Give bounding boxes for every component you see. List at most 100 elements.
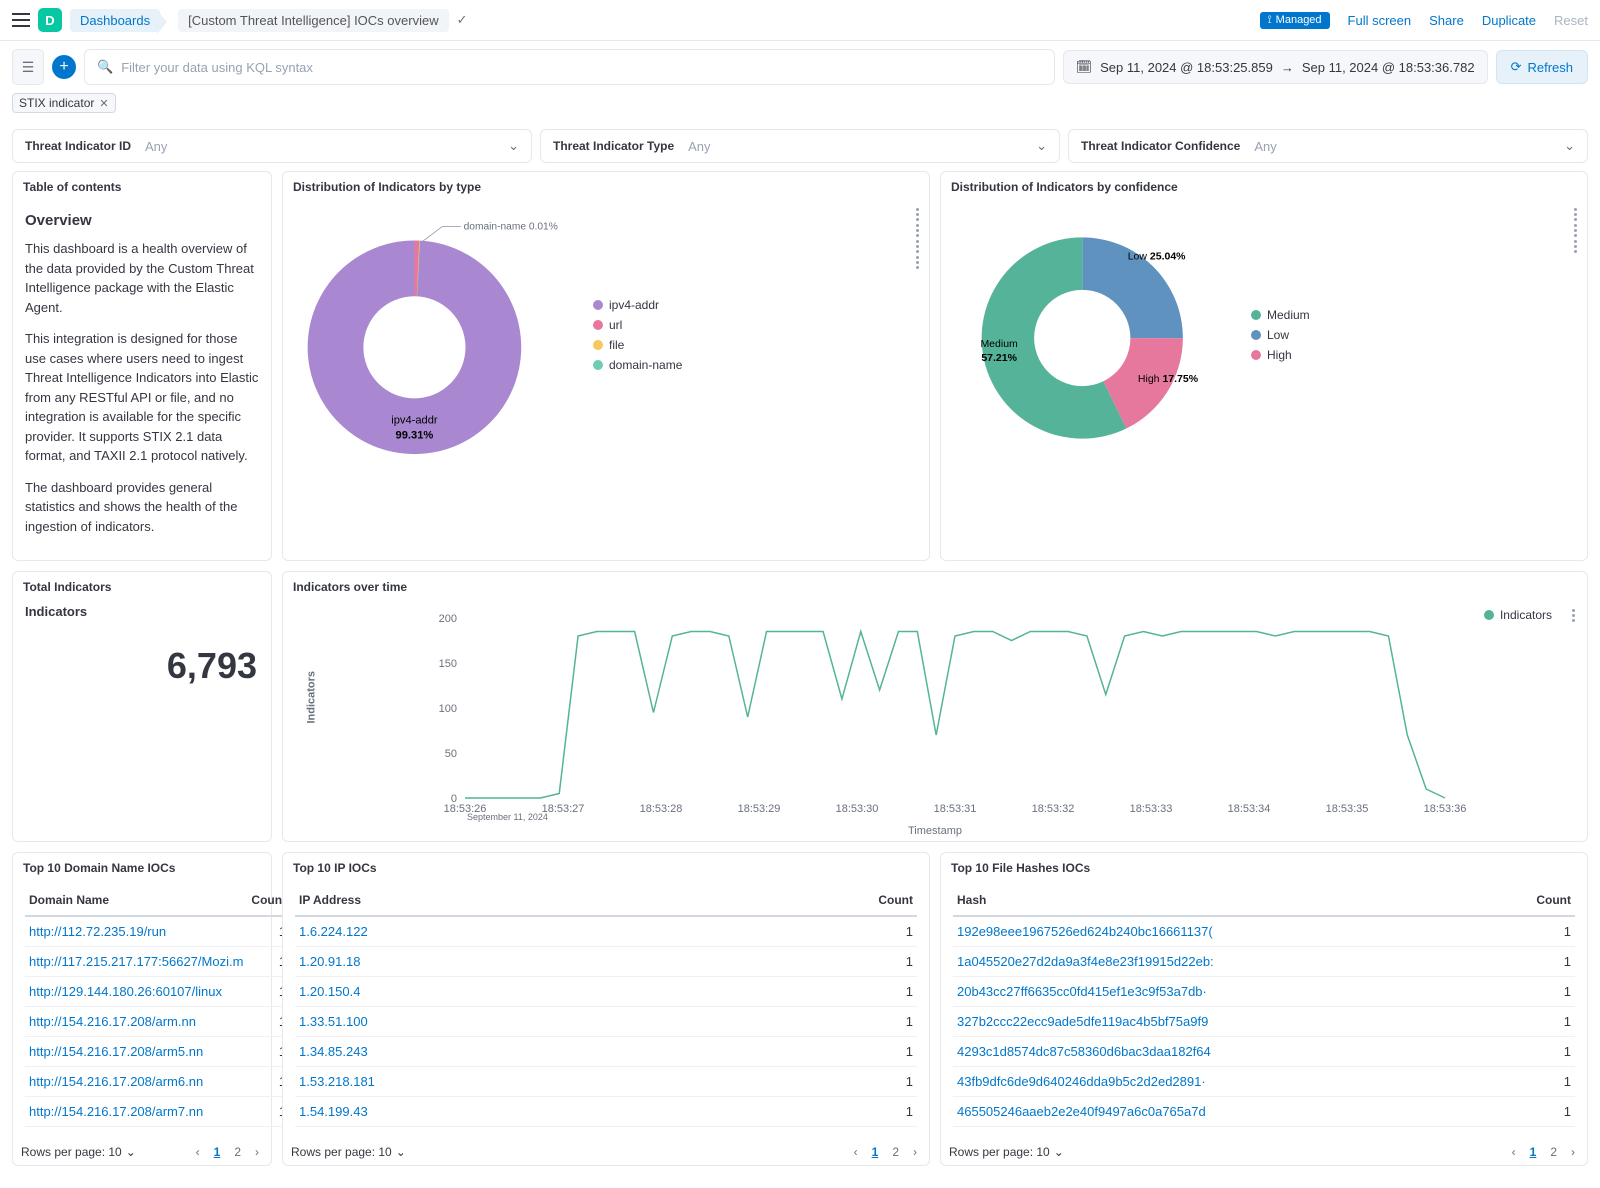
share-link[interactable]: Share	[1429, 13, 1464, 28]
page-2[interactable]: 2	[1546, 1143, 1561, 1161]
col-header[interactable]: Hash	[953, 885, 1489, 916]
ioc-link[interactable]: 1.6.224.122	[299, 924, 368, 939]
chevron-down-icon[interactable]: ⌄	[126, 1145, 136, 1159]
ioc-link[interactable]: http://117.215.217.177:56627/Mozi.m	[29, 954, 243, 969]
control-threat-type[interactable]: Threat Indicator Type Any ⌄	[540, 129, 1060, 163]
table-row: http://154.216.17.208/arm.nn1	[25, 1007, 290, 1037]
legend-actions-icon[interactable]	[916, 240, 919, 253]
col-header[interactable]: Count	[707, 885, 917, 916]
ioc-link[interactable]: 4293c1d8574dc87c58360d6bac3daa182f64	[957, 1044, 1211, 1059]
refresh-button[interactable]: ⟳ Refresh	[1496, 50, 1588, 84]
panel-top-domain-iocs: Top 10 Domain Name IOCs Domain NameCount…	[12, 852, 272, 1166]
legend-item[interactable]: Medium	[1251, 308, 1310, 322]
chevron-down-icon[interactable]: ⌄	[1036, 138, 1047, 154]
page-1[interactable]: 1	[868, 1143, 883, 1161]
count-cell: 1	[707, 916, 917, 947]
ioc-link[interactable]: 1.54.199.43	[299, 1104, 368, 1119]
page-2[interactable]: 2	[888, 1143, 903, 1161]
legend-item[interactable]: ipv4-addr	[593, 298, 682, 312]
add-filter-button[interactable]: +	[52, 55, 76, 79]
menu-icon[interactable]	[12, 13, 30, 27]
col-header[interactable]: Count	[1489, 885, 1575, 916]
duplicate-link[interactable]: Duplicate	[1482, 13, 1536, 28]
page-prev[interactable]: ‹	[850, 1143, 862, 1161]
col-header[interactable]: Domain Name	[25, 885, 247, 916]
ioc-link[interactable]: http://112.72.235.19/run	[29, 924, 166, 939]
control-threat-confidence[interactable]: Threat Indicator Confidence Any ⌄	[1068, 129, 1588, 163]
legend-item[interactable]: Low	[1251, 328, 1310, 342]
page-1[interactable]: 1	[1526, 1143, 1541, 1161]
chevron-down-icon[interactable]: ⌄	[508, 138, 519, 154]
page-next[interactable]: ›	[909, 1143, 921, 1161]
check-icon[interactable]: ✓	[457, 12, 468, 28]
legend-dot-icon	[593, 300, 603, 310]
legend-actions-icon[interactable]	[1572, 609, 1575, 622]
count-cell: 1	[1489, 1007, 1575, 1037]
ioc-link[interactable]: 1.53.218.181	[299, 1074, 375, 1089]
panel-title: Top 10 File Hashes IOCs	[941, 853, 1587, 879]
ioc-link[interactable]: http://154.216.17.208/arm7.nn	[29, 1104, 203, 1119]
count-cell: 1	[1489, 977, 1575, 1007]
count-cell: 1	[1489, 947, 1575, 977]
legend-dot-icon	[593, 320, 603, 330]
ioc-link[interactable]: 43fb9dfc6de9d640246dda9b5c2d2ed2891·	[957, 1074, 1206, 1089]
legend-actions-icon[interactable]	[1574, 240, 1577, 253]
col-header[interactable]: IP Address	[295, 885, 707, 916]
ioc-link[interactable]: 1.20.150.4	[299, 984, 360, 999]
legend-actions-icon[interactable]	[1574, 224, 1577, 237]
table-row: http://154.216.17.208/arm5.nn1	[25, 1037, 290, 1067]
ioc-link[interactable]: http://154.216.17.208/arm.nn	[29, 1014, 196, 1029]
ioc-link[interactable]: 465505246aaeb2e2e40f9497a6c0a765a7d	[957, 1104, 1206, 1119]
ioc-link[interactable]: 1.20.91.18	[299, 954, 360, 969]
page-2[interactable]: 2	[230, 1143, 245, 1161]
panel-chart-confidence: Distribution of Indicators by confidence…	[940, 171, 1588, 561]
donut-chart-type: domain-name 0.01% ipv4-addr 99.31%	[293, 208, 573, 468]
toc-paragraph: This dashboard is a health overview of t…	[25, 239, 259, 317]
table-row: 1a045520e27d2da9a3f4e8e23f19915d22eb: 1	[953, 947, 1575, 977]
page-prev[interactable]: ‹	[1508, 1143, 1520, 1161]
ioc-link[interactable]: http://129.144.180.26:60107/linux	[29, 984, 222, 999]
chevron-down-icon[interactable]: ⌄	[396, 1145, 406, 1159]
page-prev[interactable]: ‹	[192, 1143, 204, 1161]
legend-actions-icon[interactable]	[1574, 208, 1577, 221]
page-next[interactable]: ›	[251, 1143, 263, 1161]
legend-actions-icon[interactable]	[916, 224, 919, 237]
ioc-link[interactable]: 1.33.51.100	[299, 1014, 368, 1029]
legend-item[interactable]: url	[593, 318, 682, 332]
page-1[interactable]: 1	[210, 1143, 225, 1161]
ioc-link[interactable]: 327b2ccc22ecc9ade5dfe119ac4b5bf75a9f9	[957, 1014, 1208, 1029]
kql-search-input[interactable]: 🔍 Filter your data using KQL syntax	[84, 49, 1055, 85]
legend-item[interactable]: domain-name	[593, 358, 682, 372]
toc-paragraph: This integration is designed for those u…	[25, 329, 259, 466]
rows-per-page[interactable]: Rows per page: 10	[21, 1145, 122, 1159]
ioc-link[interactable]: 1a045520e27d2da9a3f4e8e23f19915d22eb:	[957, 954, 1214, 969]
legend-actions-icon[interactable]	[916, 256, 919, 269]
count-cell: 1	[707, 977, 917, 1007]
app-badge[interactable]: D	[38, 8, 62, 32]
chevron-down-icon[interactable]: ⌄	[1054, 1145, 1064, 1159]
ioc-link[interactable]: 1.34.85.243	[299, 1044, 368, 1059]
legend-actions-icon[interactable]	[916, 208, 919, 221]
page-next[interactable]: ›	[1567, 1143, 1579, 1161]
close-icon[interactable]: ✕	[99, 97, 108, 110]
rows-per-page[interactable]: Rows per page: 10	[949, 1145, 1050, 1159]
control-threat-id[interactable]: Threat Indicator ID Any ⌄	[12, 129, 532, 163]
full-screen-link[interactable]: Full screen	[1348, 13, 1412, 28]
rows-per-page[interactable]: Rows per page: 10	[291, 1145, 392, 1159]
filter-tag[interactable]: STIX indicator ✕	[12, 93, 116, 113]
ioc-link[interactable]: http://154.216.17.208/arm5.nn	[29, 1044, 203, 1059]
managed-badge: ⟟Managed	[1260, 12, 1330, 29]
ioc-link[interactable]: 20b43cc27ff6635cc0fd415ef1e3c9f53a7db·	[957, 984, 1207, 999]
pager: Rows per page: 10 ⌄ ‹ 12 ›	[13, 1139, 271, 1165]
legend-item[interactable]: file	[593, 338, 682, 352]
chevron-down-icon[interactable]: ⌄	[1564, 138, 1575, 154]
table-hash: HashCount 192e98eee1967526ed624b240bc166…	[953, 885, 1575, 1127]
panel-title: Total Indicators	[13, 572, 271, 598]
count-cell: 1	[1489, 1067, 1575, 1097]
ioc-link[interactable]: 192e98eee1967526ed624b240bc16661137(	[957, 924, 1213, 939]
time-picker[interactable]: 🗓 Sep 11, 2024 @ 18:53:25.859 → Sep 11, …	[1063, 50, 1488, 84]
crumb-dashboards[interactable]: Dashboards	[70, 9, 160, 32]
filter-toggle-button[interactable]: ☰	[12, 49, 44, 85]
legend-item[interactable]: High	[1251, 348, 1310, 362]
ioc-link[interactable]: http://154.216.17.208/arm6.nn	[29, 1074, 203, 1089]
